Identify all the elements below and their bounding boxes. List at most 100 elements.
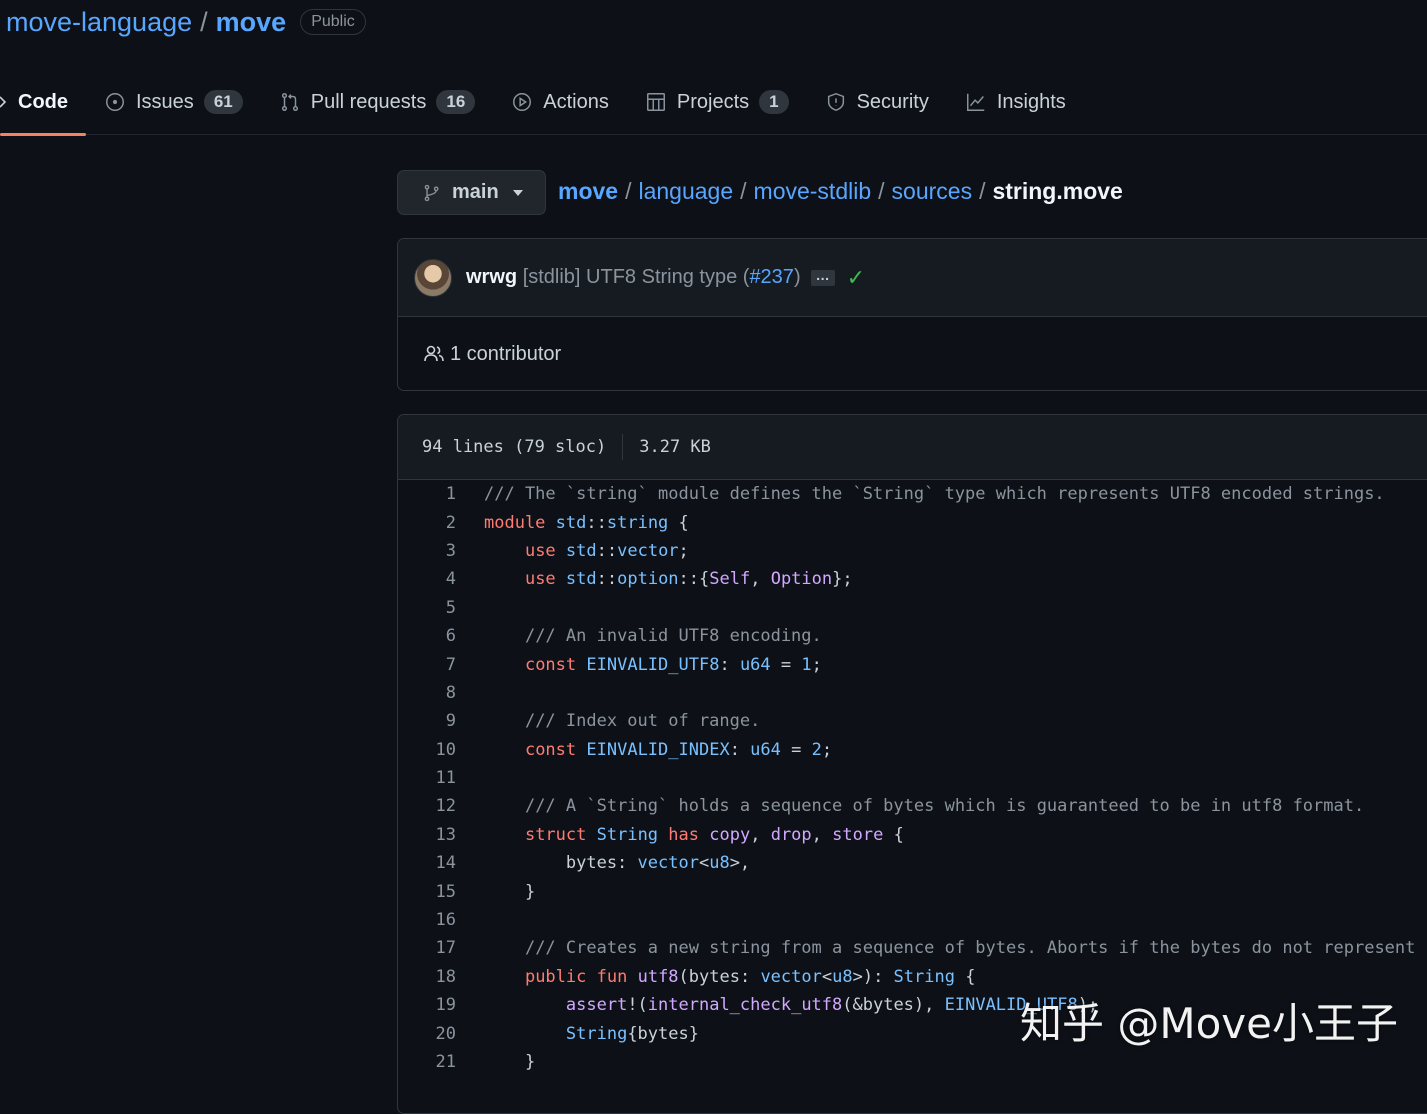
line-number[interactable]: 20 (398, 1024, 456, 1044)
code-line: 14 bytes: vector<u8>, (398, 849, 1427, 877)
tab-insights[interactable]: Insights (947, 70, 1084, 135)
line-number[interactable]: 18 (398, 967, 456, 987)
code-text: module std::string { (484, 512, 689, 533)
contributors-label: 1 contributor (450, 342, 562, 365)
file-info-header: 94 lines (79 sloc) 3.27 KB (398, 415, 1427, 480)
pull-request-icon (281, 93, 298, 111)
code-line: 21 } (398, 1048, 1427, 1076)
code-text: const EINVALID_INDEX: u64 = 2; (524, 739, 833, 760)
breadcrumb-current-file: string.move (992, 178, 1123, 204)
line-number[interactable]: 12 (398, 796, 456, 816)
code-line: 3 use std::vector; (398, 537, 1427, 565)
file-info-divider (622, 434, 624, 460)
code-line: 2 module std::string { (398, 508, 1427, 536)
file-size: 3.27 KB (639, 437, 711, 457)
breadcrumb-link-sources[interactable]: sources (892, 178, 973, 205)
tab-projects-label: Projects (676, 90, 750, 113)
code-line: 9 /// Index out of range. (398, 707, 1427, 735)
expand-commit-message-button[interactable]: … (810, 268, 835, 286)
code-text: assert!(internal_check_utf8(&bytes), EIN… (565, 995, 1099, 1016)
contributors-row[interactable]: 1 contributor (398, 317, 1427, 390)
file-line-count: 94 lines (79 sloc) (422, 437, 607, 457)
code-text: /// The `string` module defines the `Str… (484, 484, 1385, 505)
line-number[interactable]: 14 (398, 853, 456, 873)
commit-message-text: [stdlib] UTF8 String type ( (522, 266, 750, 288)
commit-author-link[interactable]: wrwg (466, 266, 517, 288)
tab-code[interactable]: Code (0, 70, 86, 136)
shield-icon (827, 92, 844, 112)
line-number[interactable]: 17 (398, 938, 456, 958)
tab-actions[interactable]: Actions (493, 70, 627, 135)
breadcrumb-separator: / (740, 178, 747, 204)
code-text: } (484, 881, 536, 902)
code-text: /// A `String` holds a sequence of bytes… (524, 796, 1365, 817)
tab-issues-label: Issues (136, 90, 194, 113)
repo-name-link[interactable]: move (216, 7, 287, 38)
line-number[interactable]: 7 (398, 655, 456, 675)
line-number[interactable]: 11 (398, 768, 456, 788)
line-number[interactable]: 1 (398, 484, 456, 504)
breadcrumb-link-move-stdlib[interactable]: move-stdlib (754, 178, 872, 205)
avatar[interactable] (414, 258, 452, 297)
code-line: 17 /// Creates a new string from a seque… (398, 934, 1427, 962)
play-icon (513, 93, 532, 111)
latest-commit-row: wrwg [stdlib] UTF8 String type (#237) … … (398, 239, 1427, 317)
check-icon[interactable]: ✓ (847, 265, 865, 291)
people-icon (424, 345, 444, 362)
line-number[interactable]: 21 (398, 1052, 456, 1072)
code-text: use std::option::{Self, Option}; (524, 569, 853, 590)
branch-selector-button[interactable]: main (397, 170, 546, 215)
line-number[interactable]: 16 (398, 910, 456, 930)
code-line: 10 const EINVALID_INDEX: u64 = 2; (398, 736, 1427, 764)
pull-requests-count-badge: 16 (436, 90, 476, 114)
latest-commit-box: wrwg [stdlib] UTF8 String type (#237) … … (397, 238, 1427, 391)
code-line: 8 (398, 679, 1427, 707)
line-number[interactable]: 6 (398, 626, 456, 646)
tab-projects[interactable]: Projects 1 (627, 70, 807, 135)
line-number[interactable]: 8 (398, 683, 456, 703)
commit-message[interactable]: [stdlib] UTF8 String type (#237) (523, 266, 801, 288)
code-line: 12 /// A `String` holds a sequence of by… (398, 792, 1427, 820)
code-line: 15 } (398, 877, 1427, 905)
code-text: const EINVALID_UTF8: u64 = 1; (524, 654, 822, 675)
line-number[interactable]: 19 (398, 995, 456, 1015)
tab-issues[interactable]: Issues 61 (86, 70, 261, 135)
tab-pull-requests[interactable]: Pull requests 16 (261, 70, 494, 135)
repo-owner-link[interactable]: move-language (6, 7, 192, 38)
code-line: 7 const EINVALID_UTF8: u64 = 1; (398, 650, 1427, 678)
tab-pull-requests-label: Pull requests (310, 90, 427, 113)
line-number[interactable]: 10 (398, 740, 456, 760)
commit-message-end: ) (793, 266, 801, 288)
issues-count-badge: 61 (203, 90, 243, 114)
breadcrumb: move / language / move-stdlib / sources … (558, 178, 1123, 205)
code-text: /// Creates a new string from a sequence… (524, 938, 1416, 959)
line-number[interactable]: 9 (398, 711, 456, 731)
breadcrumb-link-language[interactable]: language (638, 178, 733, 205)
line-number[interactable]: 5 (398, 598, 456, 618)
breadcrumb-root-link[interactable]: move (558, 178, 618, 205)
code-line: 11 (398, 764, 1427, 792)
code-line: 13 struct String has copy, drop, store { (398, 821, 1427, 849)
code-line: 5 (398, 594, 1427, 622)
code-text: /// Index out of range. (524, 711, 761, 732)
line-number[interactable]: 15 (398, 882, 456, 902)
visibility-badge: Public (300, 9, 366, 35)
tab-security-label: Security (856, 90, 929, 113)
breadcrumb-separator: / (625, 178, 632, 204)
code-text: } (484, 1052, 536, 1072)
code-line: 6 /// An invalid UTF8 encoding. (398, 622, 1427, 650)
code-line: 16 (398, 906, 1427, 934)
code-text: struct String has copy, drop, store { (524, 824, 904, 845)
tab-insights-label: Insights (996, 90, 1066, 113)
commit-pr-link[interactable]: #237 (749, 266, 794, 288)
code-line: 4 use std::option::{Self, Option}; (398, 565, 1427, 593)
line-number[interactable]: 2 (398, 513, 456, 533)
code-listing: 1 /// The `string` module defines the `St… (398, 480, 1427, 1076)
line-number[interactable]: 3 (398, 541, 456, 561)
line-number[interactable]: 13 (398, 825, 456, 845)
tab-security[interactable]: Security (807, 70, 947, 135)
code-text: /// An invalid UTF8 encoding. (524, 626, 822, 647)
code-icon (0, 95, 7, 108)
line-number[interactable]: 4 (398, 569, 456, 589)
graph-icon (966, 93, 985, 111)
